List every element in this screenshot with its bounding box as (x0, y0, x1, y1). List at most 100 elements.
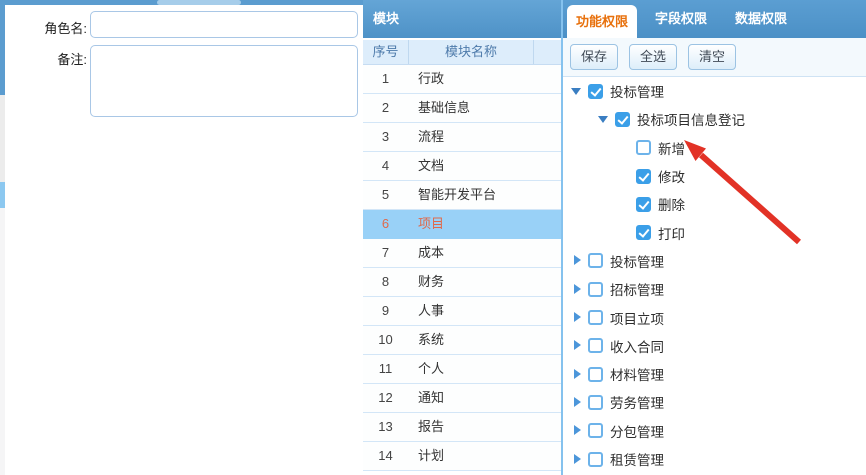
checkbox-unchecked[interactable] (588, 394, 603, 410)
module-row-name: 智能开发平台 (418, 187, 497, 202)
tree-node[interactable]: 项目立项 (563, 303, 866, 331)
toolbar-button[interactable]: 全选 (629, 44, 678, 70)
module-row-name: 人事 (418, 303, 445, 318)
module-panel: 模块 序号 模块名称 1 行政 2 基础信息 3 流程 4 文档 5 智能开发平台 6 项目 7 成本 8 财… (363, 0, 563, 475)
tab-inactive[interactable]: 字段权限 (645, 0, 717, 38)
chevron-right-icon[interactable] (569, 310, 588, 325)
module-table-row[interactable]: 2 基础信息 (363, 94, 561, 123)
tree-node-label: 打印 (658, 226, 685, 242)
chevron-right-icon[interactable] (569, 423, 588, 438)
role-form-panel: 角色名: 备注: (5, 5, 363, 475)
module-table-row[interactable]: 8 财务 (363, 268, 561, 297)
module-table-header: 序号 模块名称 (363, 38, 561, 65)
module-table-row[interactable]: 14 计划 (363, 442, 561, 471)
tree-node-label: 材料管理 (610, 368, 664, 384)
module-row-name: 项目 (418, 216, 445, 231)
tree-node-label: 删除 (658, 198, 685, 214)
module-row-number: 7 (381, 245, 390, 260)
module-table-row[interactable]: 12 通知 (363, 384, 561, 413)
checkbox-checked[interactable] (588, 83, 603, 99)
chevron-right-icon[interactable] (569, 395, 588, 410)
toolbar-button[interactable]: 清空 (688, 44, 737, 70)
module-table-row[interactable]: 10 系统 (363, 326, 561, 355)
checkbox-checked[interactable] (636, 168, 651, 184)
tree-node[interactable]: 删除 (563, 190, 866, 218)
tree-node[interactable]: 租赁管理 (563, 445, 866, 473)
tree-node-label: 租赁管理 (610, 453, 664, 468)
column-header-no[interactable]: 序号 (363, 40, 409, 64)
role-permission-window: 角色名: 备注: 模块 序号 模块名称 1 行政 2 基础信息 3 流程 4 文档 5 智能开发平… (0, 0, 866, 475)
chevron-right-icon[interactable] (569, 452, 588, 467)
module-table-row[interactable]: 13 报告 (363, 413, 561, 442)
checkbox-unchecked[interactable] (588, 253, 603, 269)
module-table-row[interactable]: 1 行政 (363, 65, 561, 94)
permissions-tabbar: 功能权限 字段权限 数据权限 (563, 0, 866, 38)
module-row-number: 2 (381, 100, 390, 115)
tree-node[interactable]: 分包管理 (563, 417, 866, 445)
toolbar-button[interactable]: 保存 (570, 44, 619, 70)
checkbox-unchecked[interactable] (588, 366, 603, 382)
permissions-tree: 投标管理 投标项目信息登记 新增 修改 删除 打印 投标管理 招标管理 项目立项 收入合同 材料管理… (563, 77, 866, 475)
chevron-down-icon[interactable] (569, 84, 588, 99)
column-header-name[interactable]: 模块名称 (409, 40, 534, 64)
permissions-toolbar: 保存 全选 清空 (563, 38, 866, 77)
remark-textarea[interactable] (90, 45, 358, 117)
tree-node[interactable]: 打印 (563, 218, 866, 246)
module-table-row[interactable]: 4 文档 (363, 152, 561, 181)
tree-node[interactable]: 新增 (563, 134, 866, 162)
checkbox-unchecked[interactable] (588, 423, 603, 439)
module-table-row[interactable]: 9 人事 (363, 297, 561, 326)
module-row-number: 8 (381, 274, 390, 289)
module-table-row[interactable]: 5 智能开发平台 (363, 181, 561, 210)
tree-node-label: 投标管理 (610, 254, 664, 270)
module-row-name: 成本 (418, 245, 445, 260)
checkbox-unchecked[interactable] (588, 310, 603, 326)
module-row-name: 基础信息 (418, 100, 471, 115)
module-row-name: 计划 (418, 448, 445, 463)
chevron-down-icon[interactable] (596, 112, 615, 127)
checkbox-checked[interactable] (636, 225, 651, 241)
tree-node-label: 劳务管理 (610, 396, 664, 412)
chevron-right-icon[interactable] (569, 367, 588, 382)
chevron-right-icon[interactable] (569, 282, 588, 297)
module-table-row[interactable]: 6 项目 (363, 210, 561, 239)
tree-node[interactable]: 材料管理 (563, 360, 866, 388)
module-row-name: 系统 (418, 332, 445, 347)
module-row-number: 10 (378, 332, 393, 347)
checkbox-checked[interactable] (615, 111, 630, 127)
tree-node[interactable]: 招标管理 (563, 275, 866, 303)
tab-inactive[interactable]: 数据权限 (725, 0, 797, 38)
module-row-number: 11 (378, 361, 393, 376)
tree-node-label: 投标管理 (610, 85, 664, 101)
module-row-number: 5 (381, 187, 390, 202)
tree-node[interactable]: 劳务管理 (563, 388, 866, 416)
tab-active[interactable]: 功能权限 (567, 5, 637, 38)
module-row-name: 报告 (418, 419, 445, 434)
module-row-number: 12 (378, 390, 393, 405)
tree-node-label: 新增 (658, 141, 685, 157)
role-name-input[interactable] (90, 11, 358, 38)
tree-node[interactable]: 修改 (563, 162, 866, 190)
checkbox-unchecked[interactable] (588, 338, 603, 354)
checkbox-unchecked[interactable] (588, 451, 603, 467)
tree-node[interactable]: 投标项目信息登记 (563, 105, 866, 133)
module-panel-title: 模块 (363, 0, 561, 38)
chevron-right-icon[interactable] (569, 253, 588, 268)
module-table-row[interactable]: 3 流程 (363, 123, 561, 152)
checkbox-unchecked[interactable] (588, 281, 603, 297)
tree-node-label: 分包管理 (610, 424, 664, 440)
tree-node[interactable]: 投标管理 (563, 77, 866, 105)
chevron-right-icon[interactable] (569, 338, 588, 353)
module-row-name: 文档 (418, 158, 445, 173)
module-table-row[interactable]: 11 个人 (363, 355, 561, 384)
tree-node[interactable]: 收入合同 (563, 332, 866, 360)
module-row-name: 行政 (418, 71, 445, 86)
module-row-number: 3 (381, 129, 390, 144)
checkbox-checked[interactable] (636, 196, 651, 212)
tree-node[interactable]: 投标管理 (563, 247, 866, 275)
module-table-body: 1 行政 2 基础信息 3 流程 4 文档 5 智能开发平台 6 项目 7 成本 8 财务 9 人事 10 系统 11 个… (363, 65, 561, 471)
module-table-row[interactable]: 7 成本 (363, 239, 561, 268)
tree-node-label: 项目立项 (610, 311, 664, 327)
module-row-number: 6 (381, 216, 390, 231)
checkbox-unchecked[interactable] (636, 140, 651, 156)
